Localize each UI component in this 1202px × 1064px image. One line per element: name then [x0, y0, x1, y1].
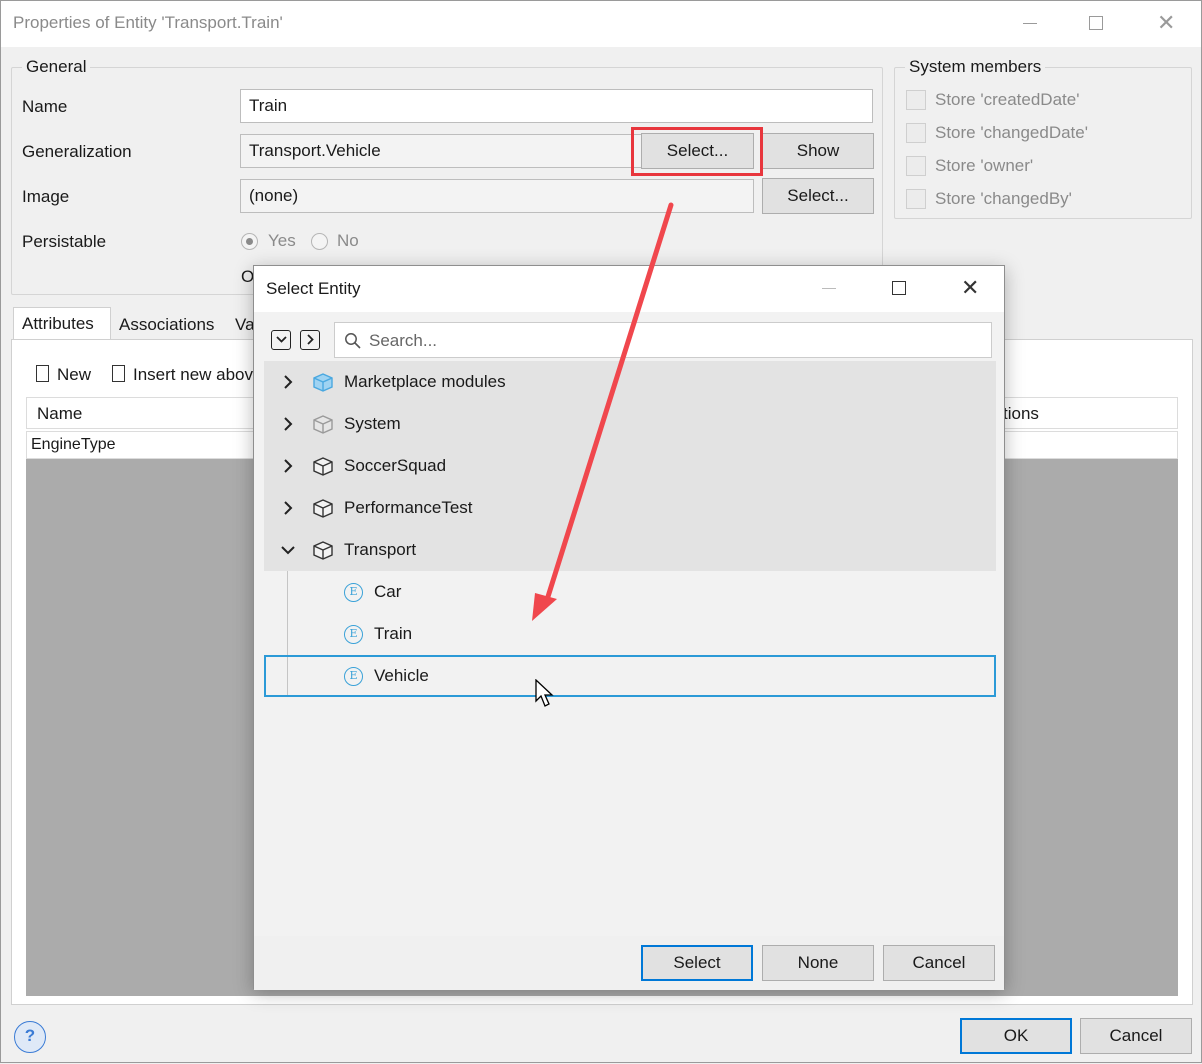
tree-label: Marketplace modules [344, 372, 506, 391]
tree-label: Vehicle [374, 666, 429, 685]
persistable-label: Persistable [22, 232, 107, 251]
search-input[interactable]: Search... [334, 322, 992, 358]
tree-label: Car [374, 582, 402, 601]
general-legend: General [26, 57, 87, 76]
persistable-no-label: No [337, 231, 359, 250]
store-changedby-checkbox[interactable] [906, 189, 926, 209]
close-icon: ✕ [961, 275, 980, 300]
dialog-close-button[interactable]: ✕ [940, 266, 998, 312]
chevron-down-icon[interactable] [280, 540, 296, 560]
insert-new-above-button[interactable]: Insert new abov [133, 365, 253, 385]
close-button[interactable]: ✕ [1137, 1, 1197, 47]
tab-associations[interactable]: Associations [111, 309, 222, 343]
store-createddate-checkbox[interactable] [906, 90, 926, 110]
tree-entity-vehicle[interactable]: E Vehicle [264, 655, 996, 697]
image-field: (none) [240, 179, 754, 213]
tree-label: System [344, 414, 401, 433]
tab-attributes[interactable]: Attributes [13, 307, 111, 340]
system-module-icon [313, 415, 333, 434]
search-placeholder: Search... [369, 331, 438, 350]
cancel-button[interactable]: Cancel [1080, 1018, 1192, 1054]
persistable-yes-radio[interactable] [241, 233, 258, 250]
maximize-icon [892, 281, 906, 295]
tree-label: PerformanceTest [344, 498, 473, 517]
module-icon [313, 541, 333, 560]
window-title: Properties of Entity 'Transport.Train' [13, 13, 283, 32]
dialog-title: Select Entity [266, 279, 361, 298]
tree-label: Transport [344, 540, 417, 559]
chevron-right-icon[interactable] [280, 456, 296, 476]
store-owner-checkbox[interactable] [906, 156, 926, 176]
dialog-select-button[interactable]: Select [641, 945, 753, 981]
dialog-cancel-button[interactable]: Cancel [883, 945, 995, 981]
name-label: Name [22, 97, 68, 116]
properties-window: Properties of Entity 'Transport.Train' ✕… [0, 0, 1202, 1063]
generalization-show-button[interactable]: Show [762, 133, 874, 169]
expand-all-icon[interactable] [271, 330, 291, 350]
entity-icon: E [344, 667, 363, 686]
persistable-no-radio[interactable] [311, 233, 328, 250]
tree-module-transport[interactable]: Transport [264, 529, 996, 571]
entity-icon: E [344, 625, 363, 644]
tree-module-performancetest[interactable]: PerformanceTest [264, 487, 996, 529]
store-createddate-label: Store 'createdDate' [935, 90, 1080, 109]
dialog-maximize-button[interactable] [870, 266, 928, 312]
maximize-button[interactable] [1067, 1, 1127, 47]
system-members-legend: System members [909, 57, 1042, 76]
module-icon [313, 457, 333, 476]
tree-module-system[interactable]: System [264, 403, 996, 445]
dialog-none-button[interactable]: None [762, 945, 874, 981]
tree-entity-train[interactable]: E Train [264, 613, 996, 655]
attribute-name-cell: EngineType [31, 436, 116, 453]
column-name-header[interactable]: Name [37, 404, 82, 424]
marketplace-module-icon [313, 373, 333, 392]
tree-module-marketplace[interactable]: Marketplace modules [264, 361, 996, 403]
chevron-right-icon[interactable] [280, 414, 296, 434]
persistable-yes-label: Yes [268, 231, 296, 250]
minimize-icon [822, 288, 836, 289]
annotation-highlight-box [631, 127, 763, 176]
select-entity-dialog: Select Entity ✕ Search... Marketplace mo… [253, 265, 1005, 990]
generalization-label: Generalization [22, 142, 132, 161]
tree-module-soccersquad[interactable]: SoccerSquad [264, 445, 996, 487]
new-button[interactable]: New [57, 365, 91, 385]
minimize-button[interactable] [1001, 1, 1061, 47]
module-icon [313, 499, 333, 518]
tree-label: SoccerSquad [344, 456, 447, 475]
close-icon: ✕ [1157, 10, 1176, 35]
mouse-cursor-icon [535, 679, 554, 707]
ok-button[interactable]: OK [960, 1018, 1072, 1054]
store-changedby-label: Store 'changedBy' [935, 189, 1072, 208]
store-changeddate-label: Store 'changedDate' [935, 123, 1088, 142]
help-button[interactable]: ? [14, 1021, 46, 1053]
chevron-right-icon[interactable] [280, 372, 296, 392]
chevron-right-icon[interactable] [280, 498, 296, 518]
image-label: Image [22, 187, 70, 206]
collapse-all-icon[interactable] [300, 330, 320, 350]
column-right-header[interactable]: tions [1003, 404, 1039, 424]
insert-document-icon [112, 365, 125, 382]
minimize-icon [1023, 23, 1037, 24]
store-changeddate-checkbox[interactable] [906, 123, 926, 143]
tree-label: Train [374, 624, 413, 643]
dialog-minimize-button[interactable] [800, 266, 858, 312]
title-bar: Properties of Entity 'Transport.Train' ✕ [1, 1, 1201, 47]
dialog-title-bar: Select Entity ✕ [254, 266, 1004, 312]
tree-entity-car[interactable]: E Car [264, 571, 996, 613]
new-document-icon [36, 365, 49, 382]
image-select-button[interactable]: Select... [762, 178, 874, 214]
store-owner-label: Store 'owner' [935, 156, 1034, 175]
search-icon [345, 333, 361, 349]
maximize-icon [1089, 16, 1103, 30]
entity-icon: E [344, 583, 363, 602]
name-input[interactable]: Train [240, 89, 873, 123]
